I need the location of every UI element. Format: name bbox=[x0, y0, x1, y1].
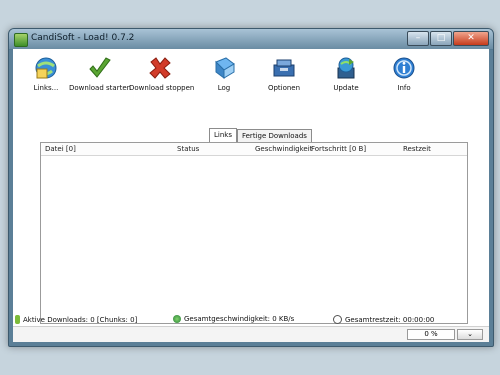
toolbar-log-label: Log bbox=[217, 84, 231, 92]
status-active-downloads: Aktive Downloads: 0 [Chunks: 0] bbox=[15, 315, 137, 324]
toolbar-info-label: Info bbox=[397, 84, 411, 92]
globe-icon bbox=[173, 315, 181, 323]
red-x-icon bbox=[149, 57, 171, 79]
status-total-remaining: Gesamtrestzeit: 00:00:00 bbox=[333, 315, 434, 324]
log-book-icon bbox=[215, 57, 235, 79]
app-window: CandiSoft - Load! 0.7.2 – □ ✕ Links... D… bbox=[8, 28, 494, 347]
toolbar-update-label: Update bbox=[333, 84, 359, 92]
toolbar-options-label: Optionen bbox=[267, 84, 301, 92]
toolbar-start-download-label: Download starten bbox=[69, 84, 132, 92]
minimize-button[interactable]: – bbox=[407, 31, 429, 46]
status-bar: Aktive Downloads: 0 [Chunks: 0] Gesamtge… bbox=[13, 314, 489, 326]
title-bar[interactable]: CandiSoft - Load! 0.7.2 – □ ✕ bbox=[9, 29, 493, 49]
dropdown-button[interactable]: ⌄ bbox=[457, 329, 483, 340]
plug-icon bbox=[15, 315, 20, 324]
links-globe-icon bbox=[35, 57, 57, 79]
total-speed-text: Gesamtgeschwindigkeit: 0 KB/s bbox=[184, 315, 295, 323]
app-icon bbox=[14, 33, 28, 47]
toolbar-log-button[interactable]: Log bbox=[193, 56, 255, 92]
update-globe-icon bbox=[337, 57, 355, 79]
toolbar: Links... Download starten Download stopp… bbox=[13, 49, 489, 111]
total-remaining-text: Gesamtrestzeit: 00:00:00 bbox=[345, 315, 435, 324]
overall-progress: 0 % bbox=[407, 329, 455, 340]
toolbar-start-download-button[interactable]: Download starten bbox=[69, 56, 131, 92]
table-header: Datei [0] Status Geschwindigkeit Fortsch… bbox=[41, 143, 467, 156]
column-remaining[interactable]: Restzeit bbox=[403, 145, 431, 153]
status-total-speed: Gesamtgeschwindigkeit: 0 KB/s bbox=[173, 315, 294, 323]
column-speed[interactable]: Geschwindigkeit bbox=[255, 145, 312, 153]
window-controls: – □ ✕ bbox=[407, 31, 489, 46]
tab-finished-downloads[interactable]: Fertige Downloads bbox=[236, 129, 312, 142]
tab-strip: Links Fertige Downloads bbox=[209, 128, 312, 143]
clock-icon bbox=[333, 315, 342, 324]
window-title: CandiSoft - Load! 0.7.2 bbox=[31, 33, 135, 43]
column-progress[interactable]: Fortschritt [0 B] bbox=[311, 145, 366, 153]
client-area: Links... Download starten Download stopp… bbox=[13, 49, 489, 342]
options-toolbox-icon bbox=[273, 59, 295, 77]
column-file[interactable]: Datei [0] bbox=[45, 145, 76, 153]
checkmark-icon bbox=[89, 57, 111, 78]
tab-links[interactable]: Links bbox=[209, 128, 237, 142]
toolbar-update-button[interactable]: Update bbox=[315, 56, 377, 92]
toolbar-links-button[interactable]: Links... bbox=[15, 56, 77, 92]
active-downloads-text: Aktive Downloads: 0 [Chunks: 0] bbox=[23, 315, 138, 324]
close-button[interactable]: ✕ bbox=[453, 31, 489, 46]
column-status[interactable]: Status bbox=[177, 145, 199, 153]
maximize-button[interactable]: □ bbox=[430, 31, 452, 46]
toolbar-stop-download-label: Download stoppen bbox=[129, 84, 195, 92]
bottom-bar: 0 % ⌄ bbox=[13, 326, 489, 342]
toolbar-options-button[interactable]: Optionen bbox=[253, 56, 315, 92]
toolbar-info-button[interactable]: Info bbox=[373, 56, 435, 92]
toolbar-links-label: Links... bbox=[33, 84, 59, 92]
downloads-table[interactable]: Datei [0] Status Geschwindigkeit Fortsch… bbox=[40, 142, 468, 324]
info-icon bbox=[393, 57, 415, 79]
toolbar-stop-download-button[interactable]: Download stoppen bbox=[129, 56, 195, 92]
